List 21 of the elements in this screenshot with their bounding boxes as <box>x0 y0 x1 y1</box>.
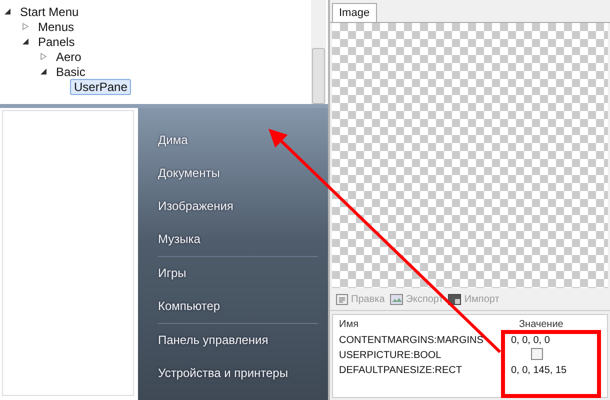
column-header[interactable]: Значение <box>519 319 564 330</box>
tree-item[interactable]: Menus <box>34 18 78 34</box>
tree-item[interactable]: UserPane <box>70 78 132 94</box>
menu-item[interactable]: Изображения <box>158 190 318 223</box>
menu-item[interactable]: Устройства и принтеры <box>158 357 318 390</box>
tree-item[interactable]: Aero <box>52 48 86 64</box>
property-name: USERPICTURE:BOOL <box>339 350 442 361</box>
menu-item[interactable]: Игры <box>158 257 318 290</box>
column-header[interactable]: Имя <box>339 319 358 330</box>
menu-item[interactable]: Документы <box>158 157 318 190</box>
menu-item[interactable]: Музыка <box>158 223 318 256</box>
tree-item[interactable]: Panels <box>34 34 79 50</box>
tree-item[interactable]: Start Menu <box>16 4 83 20</box>
tree-item[interactable]: Basic <box>52 64 90 80</box>
property-name: DEFAULTPANESIZE:RECT <box>339 365 463 376</box>
menu-item[interactable]: Компьютер <box>158 290 318 323</box>
tab[interactable]: Image <box>332 3 377 22</box>
property-name: CONTENTMARGINS:MARGINS <box>339 335 484 346</box>
menu-item[interactable]: Панель управления <box>158 324 318 357</box>
property-value: 0, 0, 145, 15 <box>511 365 568 376</box>
property-value: 0, 0, 0, 0 <box>511 335 551 346</box>
